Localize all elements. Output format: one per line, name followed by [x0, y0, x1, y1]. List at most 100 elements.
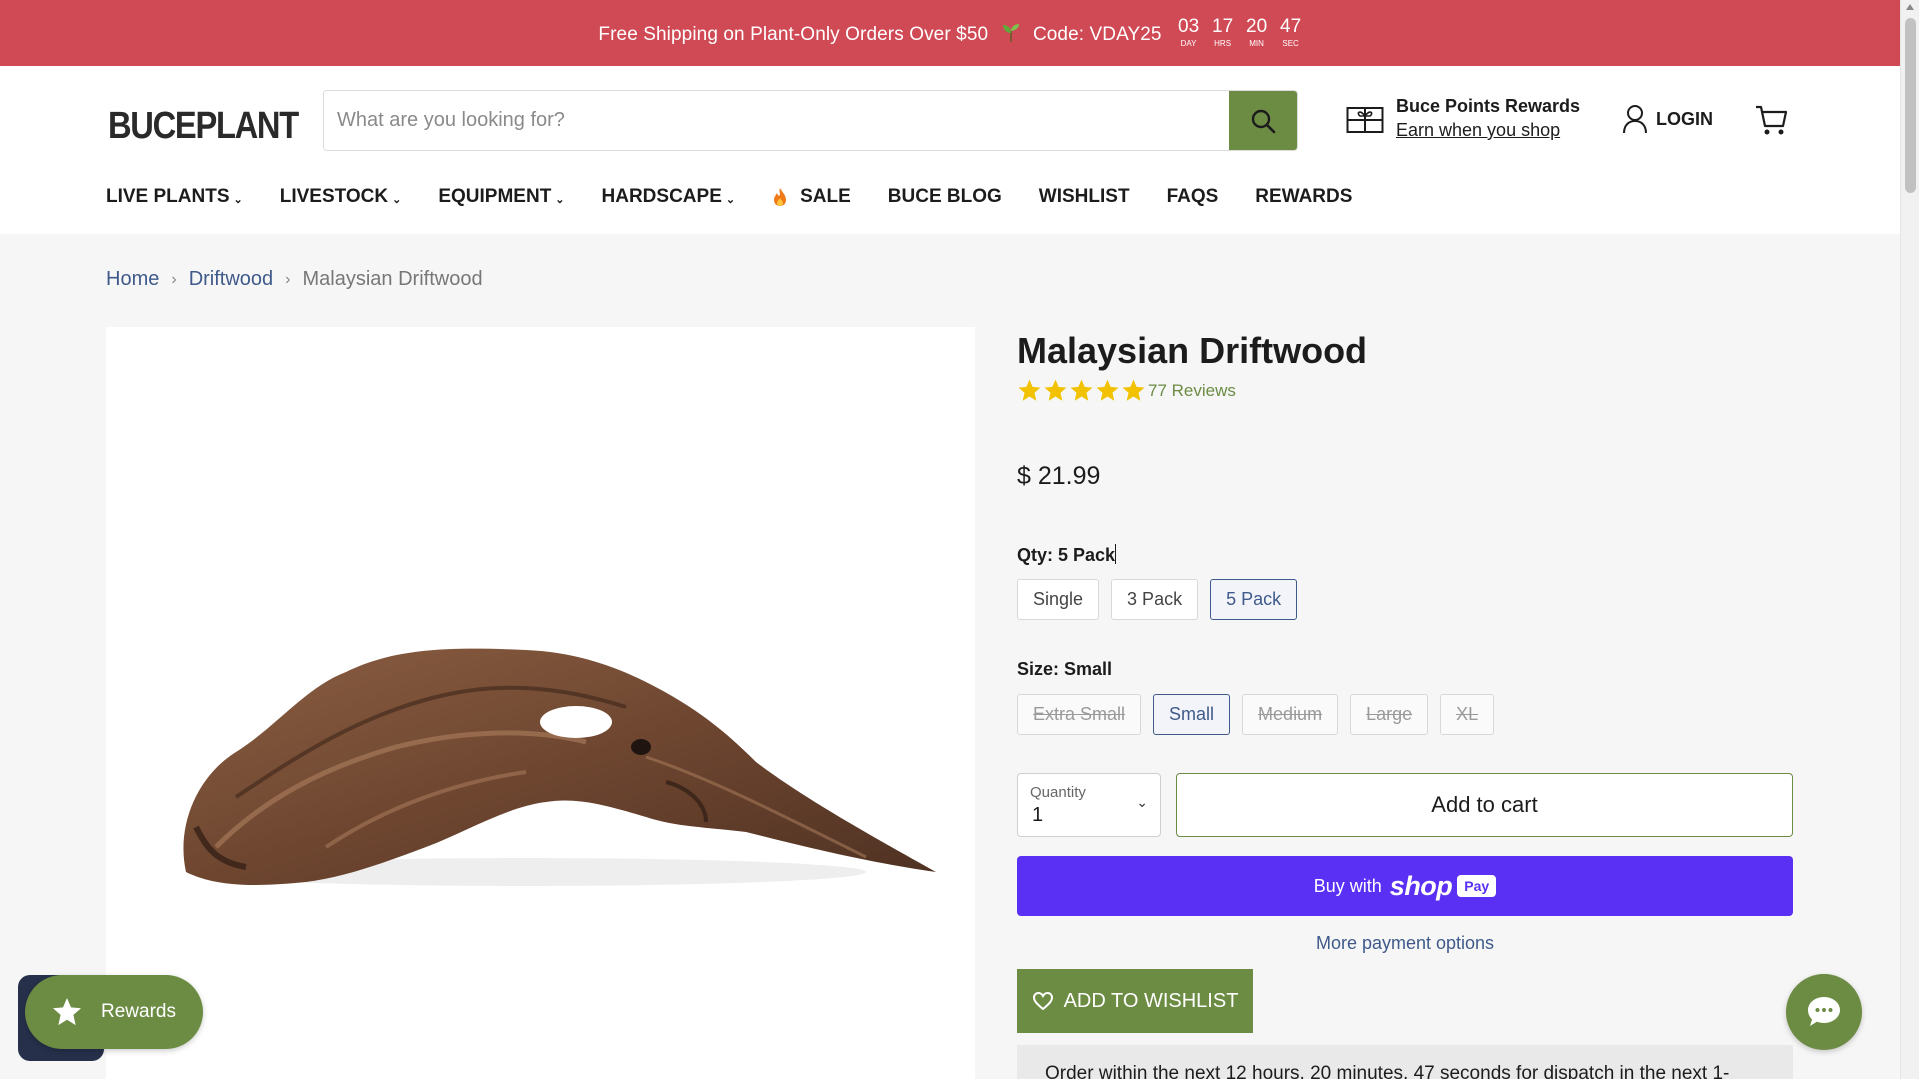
reviews-link[interactable]: 77 Reviews	[1148, 381, 1236, 401]
size-option-extra-small[interactable]: Extra Small	[1017, 694, 1142, 735]
star-icon	[1044, 379, 1067, 401]
driftwood-product-image	[183, 648, 936, 886]
countdown-label: HRS	[1214, 39, 1232, 48]
product-rating[interactable]: 77 Reviews	[1017, 378, 1236, 403]
search-input[interactable]	[324, 91, 1229, 150]
shop-pay-logo-text: shop	[1389, 870, 1453, 901]
star-icon	[53, 998, 81, 1026]
search-button[interactable]	[1229, 91, 1297, 150]
nav-label: LIVE PLANTS	[106, 186, 230, 207]
countdown-hours: 17 HRS	[1212, 17, 1234, 49]
page-scrollbar[interactable]	[1900, 0, 1919, 1079]
nav-label: EQUIPMENT	[438, 186, 552, 207]
scroll-up-arrow-icon[interactable]	[1906, 4, 1914, 10]
countdown-value: 17	[1212, 16, 1234, 37]
nav-rewards[interactable]: REWARDS	[1255, 186, 1352, 208]
size-option-selected: Small	[1064, 659, 1113, 679]
nav-live-plants[interactable]: LIVE PLANTS ⌄	[106, 186, 243, 208]
nav-label: SALE	[800, 186, 851, 207]
site-logo[interactable]: BUCEPLANT	[106, 100, 299, 152]
chat-launcher-button[interactable]	[1786, 974, 1862, 1050]
breadcrumb-category[interactable]: Driftwood	[189, 268, 273, 291]
header-rewards-text: Buce Points Rewards Earn when you shop	[1396, 96, 1580, 141]
announcement-shipping-text: Free Shipping on Plant-Only Orders Over …	[598, 23, 989, 45]
search-icon	[1251, 109, 1276, 133]
quantity-value: 1	[1032, 804, 1044, 826]
search-bar	[323, 90, 1298, 151]
chevron-down-icon: ⌄	[725, 193, 736, 206]
gift-card-icon	[1346, 106, 1384, 133]
qty-option-selected: 5 Pack	[1058, 545, 1116, 565]
add-to-wishlist-label: ADD TO WISHLIST	[1063, 989, 1239, 1012]
announcement-text: Free Shipping on Plant-Only Orders Over …	[598, 21, 1161, 46]
page: Free Shipping on Plant-Only Orders Over …	[0, 0, 1919, 1079]
quantity-select[interactable]: Quantity 1 ⌄	[1017, 773, 1161, 837]
countdown-label: MIN	[1249, 39, 1264, 48]
nav-livestock[interactable]: LIVESTOCK ⌄	[280, 186, 402, 208]
countdown-value: 03	[1178, 16, 1200, 37]
breadcrumb: Home › Driftwood › Malaysian Driftwood	[106, 268, 483, 291]
flame-icon	[774, 188, 787, 206]
shop-pay-button[interactable]: Buy with shop Pay	[1017, 856, 1793, 916]
rewards-launcher-label: Rewards	[101, 1001, 176, 1022]
sprout-icon	[1002, 23, 1019, 42]
chat-bubble-icon	[1808, 997, 1840, 1026]
star-icon	[1096, 379, 1119, 401]
size-option-medium[interactable]: Medium	[1242, 694, 1339, 735]
countdown-value: 47	[1280, 16, 1302, 37]
star-icon	[1018, 379, 1041, 401]
size-option-group: Extra Small Small Medium Large XL	[1017, 694, 1495, 735]
nav-wishlist[interactable]: WISHLIST	[1039, 186, 1130, 208]
chevron-down-icon: ⌄	[1136, 794, 1148, 810]
scrollbar-thumb[interactable]	[1905, 18, 1916, 193]
nav-equipment[interactable]: EQUIPMENT ⌄	[438, 186, 564, 208]
main-nav: LIVE PLANTS ⌄ LIVESTOCK ⌄ EQUIPMENT ⌄ HARDS…	[106, 186, 1389, 208]
rewards-title: Buce Points Rewards	[1396, 96, 1581, 116]
cart-icon[interactable]	[1754, 102, 1790, 138]
header-rewards[interactable]: Buce Points Rewards Earn when you shop	[1346, 96, 1580, 141]
text-cursor	[1115, 544, 1117, 564]
user-icon	[1623, 105, 1647, 134]
rewards-launcher-button[interactable]: Rewards	[25, 975, 203, 1049]
qty-option-3-pack[interactable]: 3 Pack	[1111, 579, 1199, 620]
breadcrumb-current: Malaysian Driftwood	[302, 268, 483, 290]
countdown-minutes: 20 MIN	[1246, 17, 1268, 49]
nav-sale[interactable]: SALE	[772, 186, 851, 208]
nav-label: BUCE BLOG	[887, 186, 1002, 207]
add-to-wishlist-button[interactable]: ADD TO WISHLIST	[1017, 969, 1253, 1033]
breadcrumb-home[interactable]: Home	[106, 268, 159, 291]
qty-option-single[interactable]: Single	[1017, 579, 1100, 620]
size-option-small[interactable]: Small	[1153, 694, 1231, 735]
quantity-label: Quantity	[1030, 784, 1086, 801]
login-label: LOGIN	[1656, 108, 1713, 129]
size-option-title: Size:	[1017, 659, 1060, 679]
site-header: BUCEPLANT Buce Points Rewards Earn when …	[0, 66, 1900, 234]
countdown-value: 20	[1246, 16, 1268, 37]
nav-faqs[interactable]: FAQS	[1167, 186, 1219, 208]
announcement-code-text: Code: VDAY25	[1032, 23, 1162, 45]
nav-label: WISHLIST	[1038, 186, 1130, 207]
qty-option-group: Single 3 Pack 5 Pack	[1017, 579, 1298, 620]
nav-buce-blog[interactable]: BUCE BLOG	[888, 186, 1002, 208]
star-icon	[1070, 379, 1093, 401]
product-image-panel[interactable]	[106, 327, 975, 1079]
size-option-xl[interactable]: XL	[1440, 694, 1495, 735]
size-option-label: Size: Small	[1017, 659, 1112, 680]
nav-hardscape[interactable]: HARDSCAPE ⌄	[602, 186, 736, 208]
shop-pay-buy-with: Buy with	[1313, 875, 1382, 896]
add-to-cart-button[interactable]: Add to cart	[1176, 773, 1793, 837]
nav-label: HARDSCAPE	[601, 186, 722, 207]
countdown-timer: 03 DAY 17 HRS 20 MIN 47 SEC	[1178, 17, 1302, 49]
shop-pay-badge: Pay	[1457, 875, 1497, 897]
rewards-link[interactable]: Earn when you shop	[1396, 120, 1580, 141]
countdown-days: 03 DAY	[1178, 17, 1200, 49]
nav-label: FAQS	[1166, 186, 1219, 207]
countdown-label: SEC	[1282, 39, 1299, 48]
more-payment-options-link[interactable]: More payment options	[1017, 933, 1793, 954]
breadcrumb-separator-icon: ›	[171, 270, 177, 288]
qty-option-5-pack[interactable]: 5 Pack	[1210, 579, 1298, 620]
chevron-down-icon: ⌄	[233, 193, 243, 206]
login-link[interactable]: LOGIN	[1622, 104, 1713, 134]
chevron-down-icon: ⌄	[555, 193, 565, 206]
size-option-large[interactable]: Large	[1350, 694, 1429, 735]
